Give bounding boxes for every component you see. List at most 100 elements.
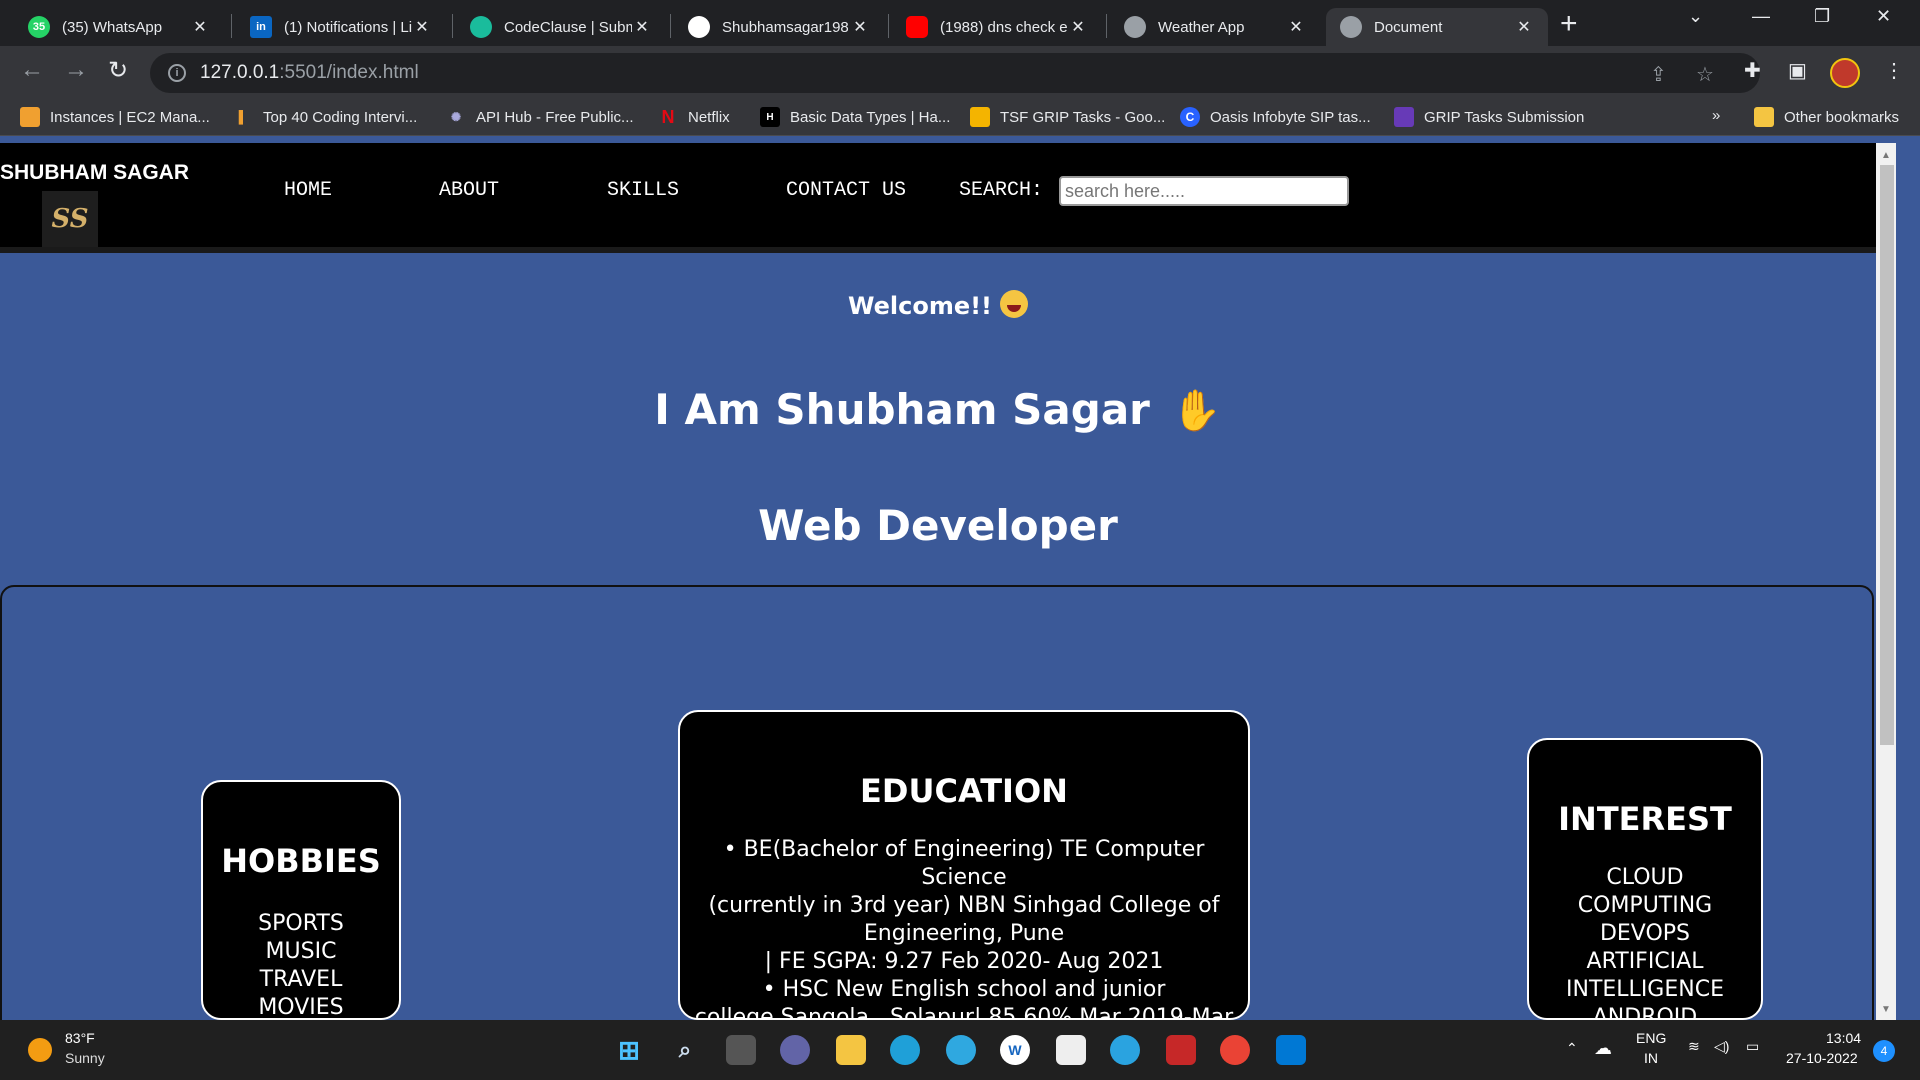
netflix-icon: N	[661, 106, 675, 127]
education-line: • BE(Bachelor of Engineering) TE Compute…	[723, 837, 1205, 890]
welcome-heading: Welcome!!	[0, 290, 1876, 320]
task-view-icon[interactable]	[726, 1035, 756, 1065]
interest-item: ARTIFICIAL	[1586, 949, 1704, 974]
reload-icon[interactable]: ↻	[108, 56, 128, 85]
taskbar: 83°F Sunny ⊞ ⌕ W ⌃ ☁ ENG IN ≋ ◁) ▭ 13:04…	[0, 1020, 1920, 1080]
vscode-icon[interactable]	[1276, 1035, 1306, 1065]
bookmark-label: Top 40 Coding Intervi...	[263, 108, 418, 126]
close-tab-icon[interactable]: ✕	[190, 17, 210, 37]
scroll-up-arrow-icon[interactable]: ▲	[1881, 150, 1891, 161]
bookmark-api-hub[interactable]: ✺ API Hub - Free Public...	[446, 107, 634, 127]
close-tab-icon[interactable]: ✕	[412, 17, 432, 37]
notification-badge[interactable]: 4	[1873, 1040, 1895, 1062]
hobby-item: MOVIES	[258, 995, 344, 1020]
bookmarks-overflow-button[interactable]: »	[1712, 107, 1720, 124]
search-icon[interactable]: ⌕	[670, 1035, 700, 1065]
tray-chevron-icon[interactable]: ⌃	[1566, 1040, 1578, 1057]
clock-date[interactable]: 27-10-2022	[1786, 1050, 1858, 1066]
bookmark-coding[interactable]: ▌ Top 40 Coding Intervi...	[233, 107, 418, 127]
region-indicator[interactable]: IN	[1644, 1050, 1658, 1066]
bookmark-grip-submission[interactable]: GRIP Tasks Submission	[1394, 107, 1584, 127]
nav-contact-us[interactable]: CONTACT US	[786, 179, 906, 202]
bookmark-data-types[interactable]: H Basic Data Types | Ha...	[760, 107, 950, 127]
new-tab-button[interactable]: +	[1560, 9, 1578, 39]
hobbies-title: HOBBIES	[221, 842, 381, 880]
chat-icon[interactable]	[780, 1035, 810, 1065]
language-indicator[interactable]: ENG	[1636, 1030, 1666, 1046]
search-input[interactable]	[1059, 176, 1349, 206]
bookmark-netflix[interactable]: N Netflix	[658, 107, 730, 127]
other-bookmarks[interactable]: Other bookmarks	[1754, 107, 1899, 127]
start-icon[interactable]: ⊞	[614, 1035, 644, 1065]
tab-search-chevron-icon[interactable]: ⌄	[1688, 6, 1703, 27]
folder-icon	[1754, 107, 1774, 127]
weather-condition[interactable]: Sunny	[65, 1050, 105, 1066]
tab-strip: 35 (35) WhatsApp ✕ in (1) Notifications …	[0, 0, 1920, 46]
browser-toolbar: ← → ↻ i 127.0.0.1:5501/index.html ⇪ ☆ ✚ …	[0, 46, 1920, 100]
interest-item: CLOUD	[1606, 865, 1684, 890]
close-tab-icon[interactable]: ✕	[1068, 17, 1088, 37]
tab-title: (1988) dns check en	[940, 18, 1068, 36]
back-arrow-icon[interactable]: ←	[20, 56, 44, 84]
store-icon[interactable]	[1056, 1035, 1086, 1065]
site-info-icon[interactable]: i	[168, 64, 186, 82]
tab-title: Document	[1374, 18, 1443, 36]
tab-title: (35) WhatsApp	[62, 18, 163, 36]
wifi-icon[interactable]: ≋	[1688, 1038, 1700, 1055]
profile-avatar[interactable]	[1830, 58, 1860, 88]
close-tab-icon[interactable]: ✕	[1514, 17, 1534, 37]
scrollbar-thumb[interactable]	[1880, 165, 1894, 745]
file-explorer-icon[interactable]	[836, 1035, 866, 1065]
close-tab-icon[interactable]: ✕	[850, 17, 870, 37]
bookmark-ec2[interactable]: Instances | EC2 Mana...	[20, 107, 210, 127]
education-line: Engineering, Pune	[863, 921, 1065, 946]
nav-skills[interactable]: SKILLS	[607, 179, 679, 202]
onedrive-icon[interactable]: ☁	[1594, 1038, 1612, 1059]
hero-name-text: I Am Shubham Sagar	[654, 385, 1150, 434]
recorder-icon[interactable]	[1166, 1035, 1196, 1065]
interest-item: INTELLIGENCE	[1566, 977, 1724, 1002]
tab-whatsapp[interactable]: 35 (35) WhatsApp ✕	[14, 8, 224, 46]
tab-weather-app[interactable]: Weather App ✕	[1110, 8, 1320, 46]
bookmark-star-icon[interactable]: ☆	[1696, 62, 1714, 87]
volume-icon[interactable]: ◁)	[1714, 1038, 1729, 1055]
chrome-icon[interactable]	[1220, 1035, 1250, 1065]
battery-icon[interactable]: ▭	[1746, 1038, 1759, 1055]
edge-icon[interactable]	[890, 1035, 920, 1065]
site-logo: SS	[42, 191, 98, 247]
close-tab-icon[interactable]: ✕	[1286, 17, 1306, 37]
site-brand: SHUBHAM SAGAR	[0, 161, 189, 184]
restore-icon[interactable]: ❐	[1814, 6, 1830, 27]
window-close-icon[interactable]: ✕	[1876, 6, 1891, 27]
bookmark-oasis[interactable]: C Oasis Infobyte SIP tas...	[1180, 107, 1371, 127]
tab-github[interactable]: Shubhamsagar198 ✕	[674, 8, 884, 46]
nav-home[interactable]: HOME	[284, 179, 332, 202]
tab-document[interactable]: Document ✕	[1326, 8, 1548, 46]
tab-codeclause[interactable]: CodeClause | Submission ✕	[456, 8, 666, 46]
kebab-menu-icon[interactable]: ⋮	[1884, 58, 1904, 83]
close-tab-icon[interactable]: ✕	[632, 17, 652, 37]
scroll-down-arrow-icon[interactable]: ▼	[1881, 1004, 1891, 1015]
tab-title: (1) Notifications | LinkedIn	[284, 18, 412, 36]
tab-youtube[interactable]: (1988) dns check en ✕	[892, 8, 1102, 46]
sun-icon[interactable]	[28, 1038, 52, 1062]
weather-temperature[interactable]: 83°F	[65, 1030, 95, 1046]
forward-arrow-icon[interactable]: →	[64, 56, 88, 84]
puzzle-icon[interactable]: ✚	[1744, 58, 1761, 83]
python-icon[interactable]	[946, 1035, 976, 1065]
whatsapp-icon: 35	[28, 16, 50, 38]
address-bar[interactable]: i 127.0.0.1:5501/index.html ⇪ ☆	[150, 53, 1760, 93]
bookmark-label: TSF GRIP Tasks - Goo...	[1000, 108, 1166, 126]
side-panel-icon[interactable]: ▣	[1788, 58, 1807, 83]
bookmark-tsf-grip[interactable]: TSF GRIP Tasks - Goo...	[970, 107, 1165, 127]
telegram-icon[interactable]	[1110, 1035, 1140, 1065]
nav-about[interactable]: ABOUT	[439, 179, 499, 202]
share-icon[interactable]: ⇪	[1650, 62, 1667, 87]
word-icon[interactable]: W	[1000, 1035, 1030, 1065]
tab-linkedin[interactable]: in (1) Notifications | LinkedIn ✕	[236, 8, 446, 46]
grinning-face-icon	[1000, 290, 1028, 318]
globe-icon	[1340, 16, 1362, 38]
minimize-icon[interactable]: —	[1752, 6, 1770, 27]
education-card: EDUCATION • BE(Bachelor of Engineering) …	[678, 710, 1250, 1020]
clock-time[interactable]: 13:04	[1826, 1030, 1861, 1046]
